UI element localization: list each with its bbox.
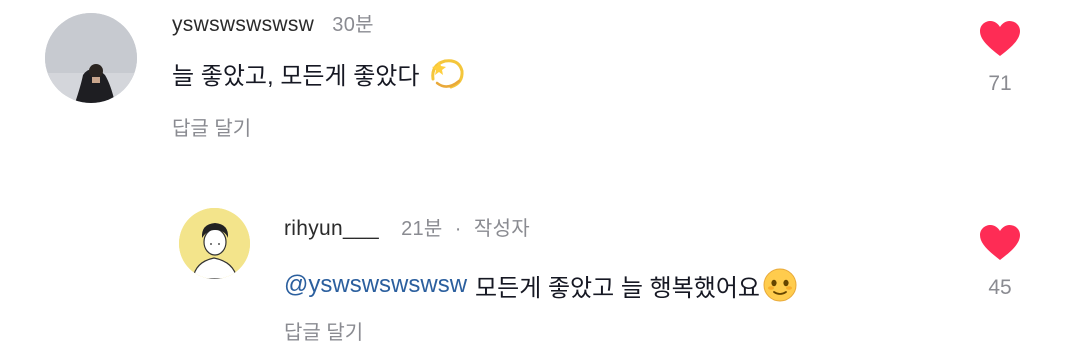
comment-body: @yswswswswsw 모든게 좋았고 늘 행복했어요 [284,265,798,305]
avatar[interactable] [45,13,137,103]
comment-text: 늘 좋았고, 모든게 좋았다 [172,62,420,90]
dizzy-star-icon [427,53,467,93]
heart-icon [980,21,1020,56]
comment-body: 늘 좋았고, 모든게 좋았다 [172,53,467,93]
comment-header: yswswswswsw 30분 [172,8,374,37]
reply-button[interactable]: 답글 달기 [172,112,251,141]
author-badge: 작성자 [473,218,530,240]
comment-time: 21분 [401,218,443,240]
like-button[interactable]: 71 [970,20,1030,96]
avatar-illustration [179,208,250,279]
comment-time: 30분 [332,14,374,36]
avatar[interactable] [179,208,250,279]
reply-comment-item: rihyun___ 21분 · 작성자 @yswswswswsw 모든게 좋았고… [0,190,1080,360]
comment-item: yswswswswsw 30분 늘 좋았고, 모든게 좋았다 답글 달기 71 [0,0,1080,160]
like-count: 45 [988,276,1012,299]
like-count: 71 [988,72,1012,95]
heart-icon [980,225,1020,260]
mention-link[interactable]: @yswswswswsw [284,271,467,299]
username[interactable]: yswswswswsw [172,13,314,36]
username[interactable]: rihyun___ [284,217,379,240]
avatar-photo [45,13,137,103]
smiling-face-with-tear-icon [762,267,798,303]
separator-dot: · [454,218,462,240]
comment-header: rihyun___ 21분 · 작성자 [284,212,530,241]
reply-button[interactable]: 답글 달기 [284,316,363,345]
comment-text: 모든게 좋았고 늘 행복했어요 [475,274,760,302]
like-button[interactable]: 45 [970,224,1030,300]
